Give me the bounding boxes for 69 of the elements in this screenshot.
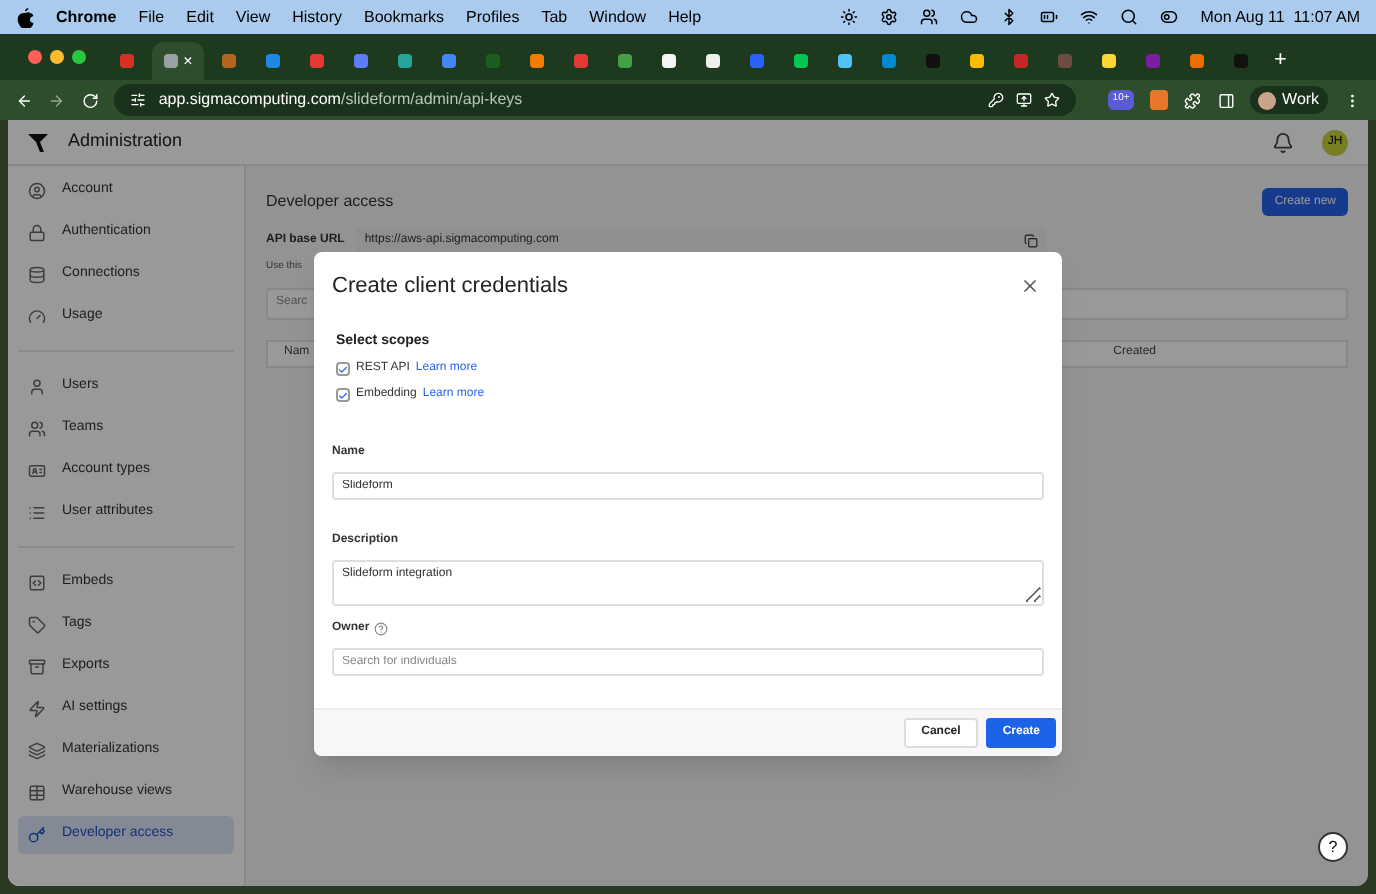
help-button[interactable]: ?	[1318, 832, 1348, 862]
table-icon	[28, 784, 46, 802]
tag-icon	[28, 616, 46, 634]
close-window-icon[interactable]	[28, 50, 42, 64]
menu-item[interactable]: Help	[668, 5, 702, 29]
bluetooth-icon[interactable]	[1000, 8, 1019, 26]
scope-checkbox[interactable]	[336, 362, 350, 376]
url-host: app.sigmacomputing.com	[158, 90, 341, 108]
database-icon	[28, 266, 46, 284]
notifications-icon[interactable]	[1272, 131, 1294, 153]
logo-icon	[28, 133, 48, 151]
avatar-icon	[1258, 91, 1277, 109]
menu-item[interactable]: Profiles	[466, 5, 520, 29]
menu-item[interactable]: Window	[589, 5, 647, 29]
list-icon	[28, 504, 46, 522]
id-card-icon	[28, 462, 46, 480]
wifi-icon[interactable]	[1080, 8, 1099, 26]
address-bar[interactable]: app.sigmacomputing.com/slideform/admin/api-keys	[114, 84, 1077, 116]
help-icon[interactable]	[373, 622, 388, 636]
menu-item[interactable]: Bookmarks	[364, 5, 445, 29]
menu-item[interactable]: View	[235, 5, 271, 29]
check-icon	[338, 363, 348, 375]
reload-icon[interactable]	[81, 91, 99, 109]
user-circle-icon	[28, 182, 46, 200]
bookmark-star-icon[interactable]	[1044, 92, 1061, 108]
gear-icon[interactable]	[880, 8, 899, 26]
key-icon[interactable]	[988, 92, 1005, 108]
minimize-window-icon[interactable]	[50, 50, 64, 64]
header-title: Administration	[68, 128, 183, 155]
new-tab-button[interactable]: +	[1266, 42, 1295, 80]
tab-close-button[interactable]: ×	[183, 53, 193, 69]
close-icon[interactable]	[1020, 276, 1040, 296]
page-title: Developer access	[266, 190, 394, 214]
search-icon[interactable]	[1120, 8, 1139, 26]
profile-button[interactable]: Work	[1250, 86, 1328, 114]
app-menu[interactable]: Chrome	[56, 5, 117, 29]
apple-logo-icon[interactable]	[16, 7, 34, 27]
scope-checkbox[interactable]	[336, 388, 350, 402]
check-icon	[338, 389, 348, 401]
archive-icon	[28, 658, 46, 676]
battery-icon[interactable]	[1040, 8, 1059, 26]
cloud-icon[interactable]	[960, 8, 979, 26]
side-panel-icon[interactable]	[1217, 91, 1235, 109]
layers-icon	[28, 742, 46, 760]
code-icon	[28, 574, 46, 592]
key-icon	[28, 826, 46, 844]
toggle-icon[interactable]	[1160, 8, 1179, 26]
sun-icon[interactable]	[840, 8, 859, 26]
extension-icon[interactable]	[1149, 90, 1169, 110]
user-icon	[28, 378, 46, 396]
menu-item[interactable]: Tab	[541, 5, 568, 29]
site-settings-icon[interactable]	[130, 92, 147, 108]
gauge-icon	[28, 308, 46, 326]
menu-item[interactable]: History	[292, 5, 343, 29]
puzzle-icon[interactable]	[1184, 91, 1202, 109]
dialog-title: Create client credentials	[332, 272, 569, 302]
url-path: /slideform/admin/api-keys	[340, 90, 523, 108]
lightning-icon	[28, 700, 46, 718]
menu-item[interactable]: Edit	[186, 5, 214, 29]
clock: Mon Aug 11 11:07 AM	[1200, 5, 1360, 29]
users-icon[interactable]	[920, 8, 939, 26]
zoom-window-icon[interactable]	[72, 50, 86, 64]
users-icon	[28, 420, 46, 438]
browser-tab[interactable]: ×	[152, 42, 204, 80]
menu-item[interactable]: File	[138, 5, 165, 29]
back-icon[interactable]	[16, 91, 33, 109]
copy-icon[interactable]	[1024, 234, 1039, 248]
lock-icon	[28, 224, 46, 242]
cast-icon[interactable]	[1016, 92, 1033, 108]
